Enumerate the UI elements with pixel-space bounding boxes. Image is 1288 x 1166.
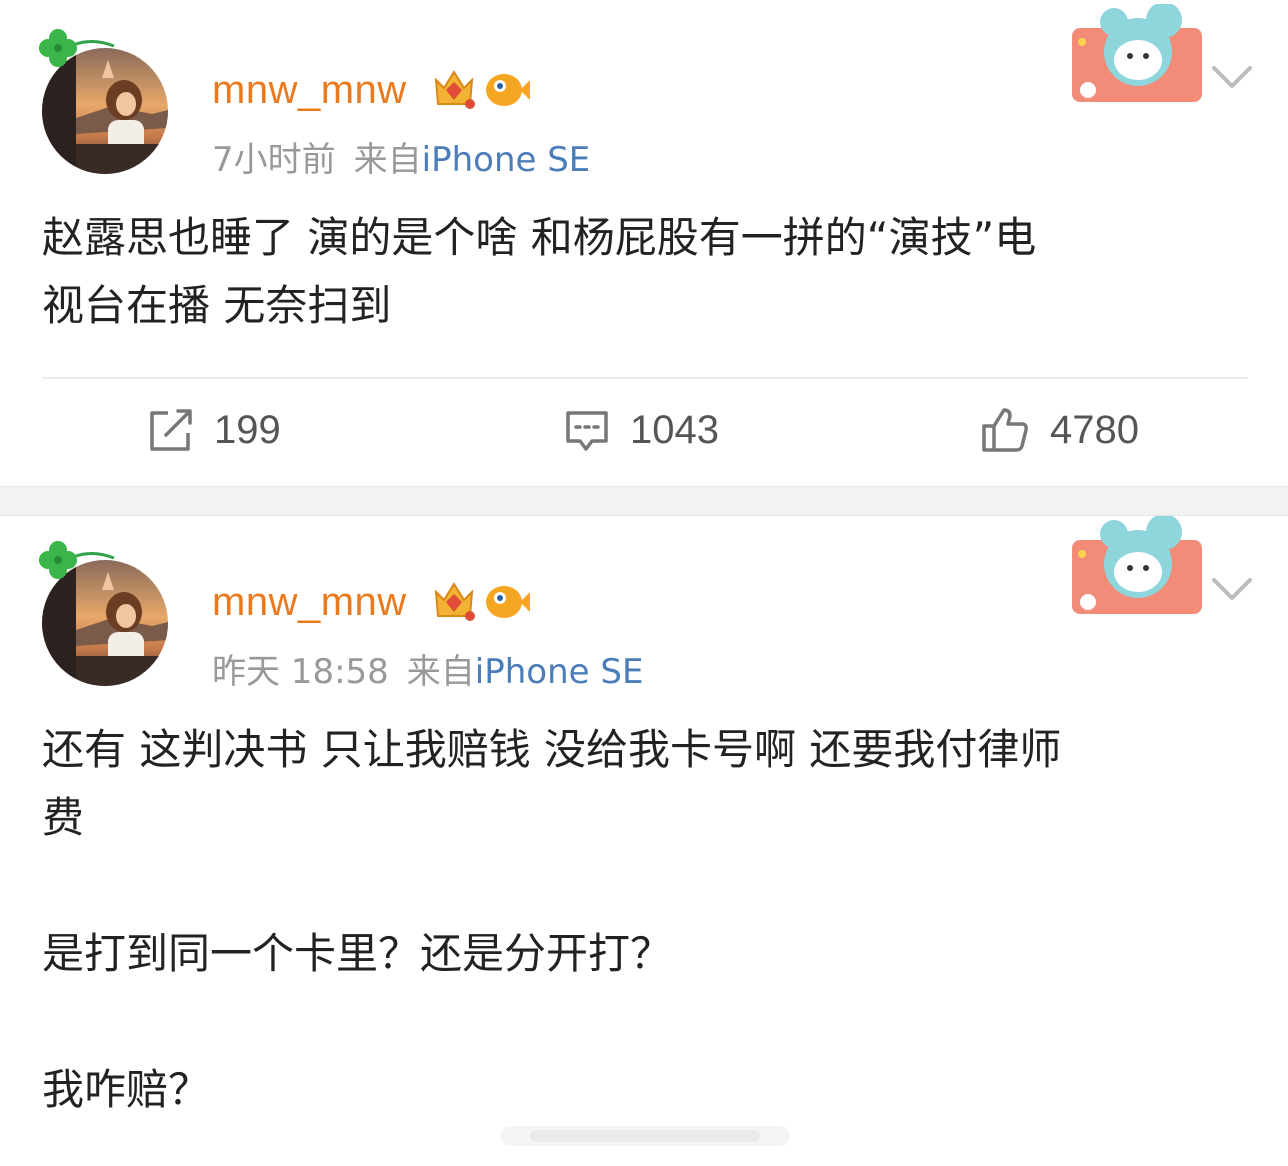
watermark [500,1126,790,1146]
post-time: 7小时前 [212,140,336,180]
crown-badge-icon [434,582,475,621]
username[interactable]: mnw_mnw [212,68,407,113]
avatar[interactable] [38,24,172,174]
post-content: 还有 这判决书 只让我赔钱 没给我卡号啊 还要我付律师 费 是打到同一个卡里？还… [42,716,1252,1124]
repost-icon [150,409,192,451]
post-content: 赵露思也睡了 演的是个啥 和杨屁股有一拼的“演技”电 视台在播 无奈扫到 [42,204,1252,340]
device-link[interactable]: iPhone SE [475,652,644,692]
clover-pendant-icon [39,29,115,67]
content-line: 还有 这判决书 只让我赔钱 没给我卡号啊 还要我付律师 [42,725,1062,774]
decor-sticker [1066,514,1204,614]
post-meta: 7小时前 来自iPhone SE [212,132,590,181]
post-time: 昨天 18:58 [212,652,389,692]
weibo-post: mnw_mnw 7小时前 来自iPhone SE 赵露思也睡了 演的是个啥 和杨… [0,0,1288,486]
source-prefix: 来自 [353,140,422,180]
content-line: 视台在播 无奈扫到 [42,281,392,330]
device-link[interactable]: iPhone SE [422,140,591,180]
crown-badge-icon [434,70,475,109]
comment-count: 1043 [630,407,719,452]
clover-pendant-icon [39,541,115,579]
source-prefix: 来自 [406,652,475,692]
username[interactable]: mnw_mnw [212,580,407,625]
comment-button[interactable]: 1043 [564,402,719,458]
content-line: 我咋赔？ [42,1065,211,1114]
post-separator [0,486,1288,516]
like-count: 4780 [1050,407,1139,452]
weibo-post: mnw_mnw 昨天 18:58 来自iPhone SE 还有 这判决书 只让我… [0,514,1288,1166]
like-button[interactable]: 4780 [980,402,1139,458]
fish-badge-icon [486,586,530,618]
thumbs-up-icon [982,408,1028,452]
chevron-down-icon[interactable] [1210,62,1254,92]
content-line: 费 [42,793,85,842]
post-meta: 昨天 18:58 来自iPhone SE [212,644,643,693]
repost-button[interactable]: 199 [148,402,281,458]
avatar[interactable] [38,536,172,686]
content-line: 是打到同一个卡里？还是分开打？ [42,929,673,978]
comment-icon [566,411,608,451]
fish-badge-icon [486,74,530,106]
user-badges[interactable] [432,578,532,624]
repost-count: 199 [214,407,281,452]
action-divider [42,377,1248,379]
content-line: 赵露思也睡了 演的是个啥 和杨屁股有一拼的“演技”电 [42,213,1037,262]
user-badges[interactable] [432,66,532,112]
decor-sticker [1066,2,1204,102]
chevron-down-icon[interactable] [1210,574,1254,604]
